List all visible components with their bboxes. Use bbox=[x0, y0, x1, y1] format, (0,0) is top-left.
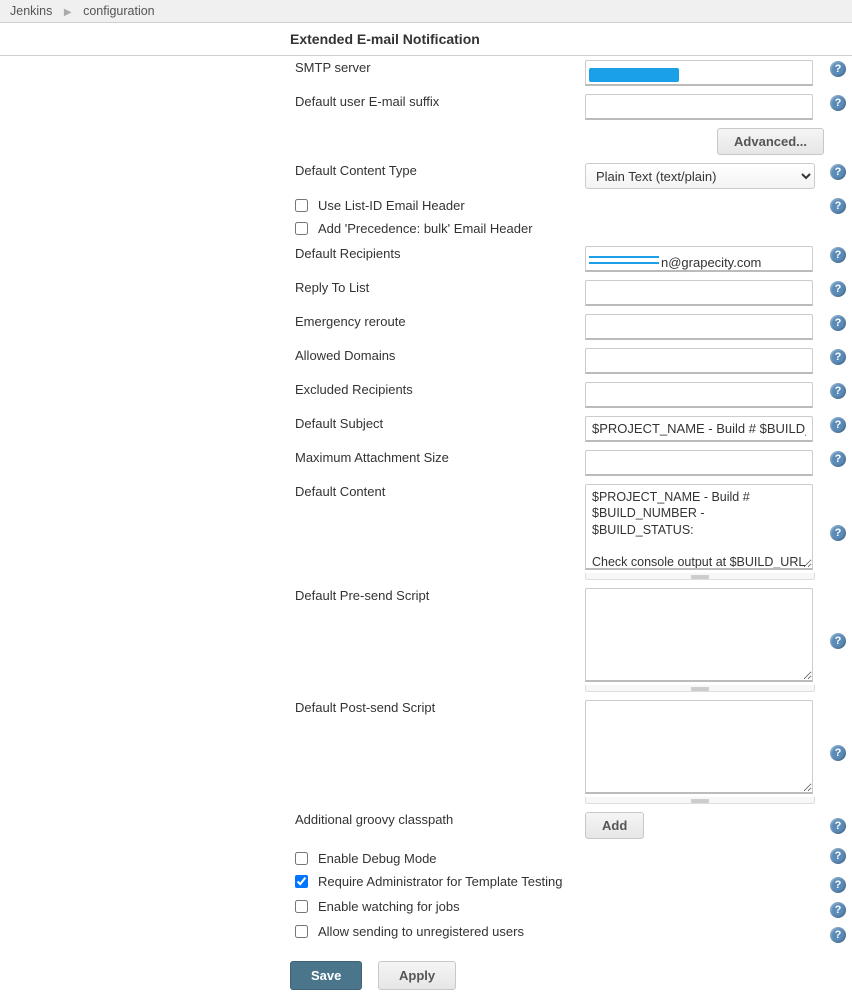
label-subject: Default Subject bbox=[295, 412, 585, 446]
breadcrumb-page[interactable]: configuration bbox=[83, 4, 155, 18]
max-attachment-input[interactable] bbox=[585, 450, 813, 476]
emergency-reroute-input[interactable] bbox=[585, 314, 813, 340]
label-reply-to: Reply To List bbox=[295, 276, 585, 310]
help-icon[interactable]: ? bbox=[830, 877, 846, 893]
label-allow-unreg: Allow sending to unregistered users bbox=[318, 924, 524, 939]
label-content-type: Default Content Type bbox=[295, 159, 585, 193]
redacted-overlay bbox=[589, 256, 659, 264]
help-icon[interactable]: ? bbox=[830, 927, 846, 943]
label-excluded: Excluded Recipients bbox=[295, 378, 585, 412]
save-button[interactable]: Save bbox=[290, 961, 362, 990]
default-subject-input[interactable] bbox=[585, 416, 813, 442]
label-smtp: SMTP server bbox=[295, 56, 585, 90]
advanced-button[interactable]: Advanced... bbox=[717, 128, 824, 155]
help-icon[interactable]: ? bbox=[830, 315, 846, 331]
excluded-recipients-input[interactable] bbox=[585, 382, 813, 408]
section-title: Extended E-mail Notification bbox=[0, 23, 852, 56]
help-icon[interactable]: ? bbox=[830, 417, 846, 433]
help-icon[interactable]: ? bbox=[830, 745, 846, 761]
help-icon[interactable]: ? bbox=[830, 525, 846, 541]
resize-handle[interactable] bbox=[585, 685, 815, 692]
help-icon[interactable]: ? bbox=[830, 451, 846, 467]
label-pre-send: Default Pre-send Script bbox=[295, 584, 585, 696]
help-icon[interactable]: ? bbox=[830, 198, 846, 214]
label-require-admin: Require Administrator for Template Testi… bbox=[318, 874, 562, 889]
breadcrumb-root[interactable]: Jenkins bbox=[10, 4, 52, 18]
help-icon[interactable]: ? bbox=[830, 633, 846, 649]
use-list-id-checkbox[interactable] bbox=[295, 199, 308, 212]
label-groovy: Additional groovy classpath bbox=[295, 808, 585, 843]
reply-to-input[interactable] bbox=[585, 280, 813, 306]
help-icon[interactable]: ? bbox=[830, 818, 846, 834]
label-suffix: Default user E-mail suffix bbox=[295, 90, 585, 124]
label-max-attach: Maximum Attachment Size bbox=[295, 446, 585, 480]
label-default-content: Default Content bbox=[295, 480, 585, 584]
help-icon[interactable]: ? bbox=[830, 247, 846, 263]
pre-send-textarea[interactable] bbox=[585, 588, 813, 682]
allow-unregistered-checkbox[interactable] bbox=[295, 925, 308, 938]
help-icon[interactable]: ? bbox=[830, 61, 846, 77]
redacted-overlay bbox=[589, 68, 679, 82]
resize-handle[interactable] bbox=[585, 573, 815, 580]
add-button[interactable]: Add bbox=[585, 812, 644, 839]
post-send-textarea[interactable] bbox=[585, 700, 813, 794]
label-allowed: Allowed Domains bbox=[295, 344, 585, 378]
help-icon[interactable]: ? bbox=[830, 281, 846, 297]
email-suffix-input[interactable] bbox=[585, 94, 813, 120]
help-icon[interactable]: ? bbox=[830, 383, 846, 399]
chevron-right-icon: ▶ bbox=[64, 7, 72, 18]
help-icon[interactable]: ? bbox=[830, 848, 846, 864]
label-emergency: Emergency reroute bbox=[295, 310, 585, 344]
apply-button[interactable]: Apply bbox=[378, 961, 456, 990]
require-admin-checkbox[interactable] bbox=[295, 875, 308, 888]
label-default-recipients: Default Recipients bbox=[295, 242, 585, 276]
default-content-textarea[interactable]: $PROJECT_NAME - Build # $BUILD_NUMBER - … bbox=[585, 484, 813, 570]
allowed-domains-input[interactable] bbox=[585, 348, 813, 374]
label-add-precedence: Add 'Precedence: bulk' Email Header bbox=[318, 221, 533, 236]
button-bar: Save Apply bbox=[0, 947, 852, 1002]
debug-checkbox[interactable] bbox=[295, 852, 308, 865]
add-precedence-checkbox[interactable] bbox=[295, 222, 308, 235]
help-icon[interactable]: ? bbox=[830, 164, 846, 180]
label-post-send: Default Post-send Script bbox=[295, 696, 585, 808]
resize-handle[interactable] bbox=[585, 797, 815, 804]
label-watching: Enable watching for jobs bbox=[318, 899, 460, 914]
help-icon[interactable]: ? bbox=[830, 349, 846, 365]
label-use-list-id: Use List-ID Email Header bbox=[318, 198, 465, 213]
breadcrumb: Jenkins ▶ configuration bbox=[0, 0, 852, 23]
help-icon[interactable]: ? bbox=[830, 95, 846, 111]
help-icon[interactable]: ? bbox=[830, 902, 846, 918]
watching-checkbox[interactable] bbox=[295, 900, 308, 913]
content-type-select[interactable]: Plain Text (text/plain) bbox=[585, 163, 815, 189]
label-debug: Enable Debug Mode bbox=[318, 851, 437, 866]
